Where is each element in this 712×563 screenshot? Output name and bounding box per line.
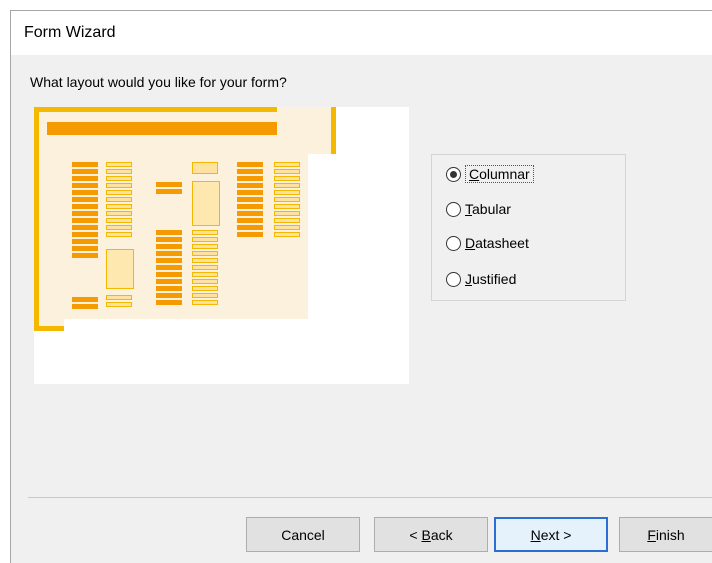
option-label-rest: atasheet <box>475 235 529 251</box>
preview-label-column-2 <box>156 182 182 196</box>
finish-label-rest: inish <box>655 526 685 543</box>
layout-option-tabular[interactable]: Tabular <box>446 198 511 220</box>
option-label-rest: olumnar <box>479 166 530 182</box>
layout-option-datasheet[interactable]: Datasheet <box>446 232 529 254</box>
next-label-rest: ext > <box>540 526 572 543</box>
preview-field-column-2-lower <box>192 230 218 307</box>
preview-field-box-2 <box>192 181 220 226</box>
preview-field-column <box>106 162 132 239</box>
preview-frame-corner <box>277 107 336 154</box>
button-separator <box>28 497 712 498</box>
back-prefix: < <box>409 526 422 543</box>
option-label-rest: ustified <box>472 271 517 287</box>
preview-field-column-2 <box>192 162 218 176</box>
mnemonic: F <box>647 526 656 543</box>
option-label-rest: abular <box>472 201 511 217</box>
preview-label-column-bottom <box>72 297 98 311</box>
layout-option-label: Justified <box>465 271 516 287</box>
preview-field-column-bottom <box>106 295 132 309</box>
layout-option-justified[interactable]: Justified <box>446 268 516 290</box>
radio-icon[interactable] <box>446 235 461 251</box>
mnemonic: J <box>465 271 472 287</box>
mnemonic: D <box>465 235 476 251</box>
layout-option-columnar[interactable]: Columnar <box>446 163 534 185</box>
radio-icon[interactable] <box>446 201 461 217</box>
finish-button[interactable]: Finish <box>619 517 712 552</box>
preview-field-column-3 <box>274 162 300 239</box>
layout-preview <box>34 107 409 384</box>
mnemonic: T <box>465 201 472 217</box>
radio-selected-icon[interactable] <box>446 166 461 182</box>
preview-label-column-3 <box>237 162 263 239</box>
mnemonic: N <box>530 526 541 543</box>
layout-option-label: Columnar <box>465 165 534 183</box>
mnemonic: C <box>469 166 480 182</box>
window-title: Form Wizard <box>24 24 116 41</box>
title-bar: Form Wizard <box>11 11 712 55</box>
mnemonic: B <box>421 526 431 543</box>
back-label-rest: ack <box>430 526 453 543</box>
layout-option-label: Datasheet <box>465 235 529 251</box>
next-button[interactable]: Next > <box>494 517 608 552</box>
cancel-button[interactable]: Cancel <box>246 517 360 552</box>
layout-option-label: Tabular <box>465 201 511 217</box>
back-button[interactable]: < Back <box>374 517 488 552</box>
form-wizard-window: Form Wizard What layout would you like f… <box>10 10 712 563</box>
preview-label-column <box>72 162 98 260</box>
radio-icon[interactable] <box>446 271 461 287</box>
preview-field-box <box>106 249 134 289</box>
preview-label-column-2-lower <box>156 230 182 307</box>
layout-option-group: Columnar Tabular Datasheet Justified <box>431 154 626 301</box>
preview-sheet <box>64 154 308 319</box>
layout-prompt: What layout would you like for your form… <box>30 74 287 90</box>
